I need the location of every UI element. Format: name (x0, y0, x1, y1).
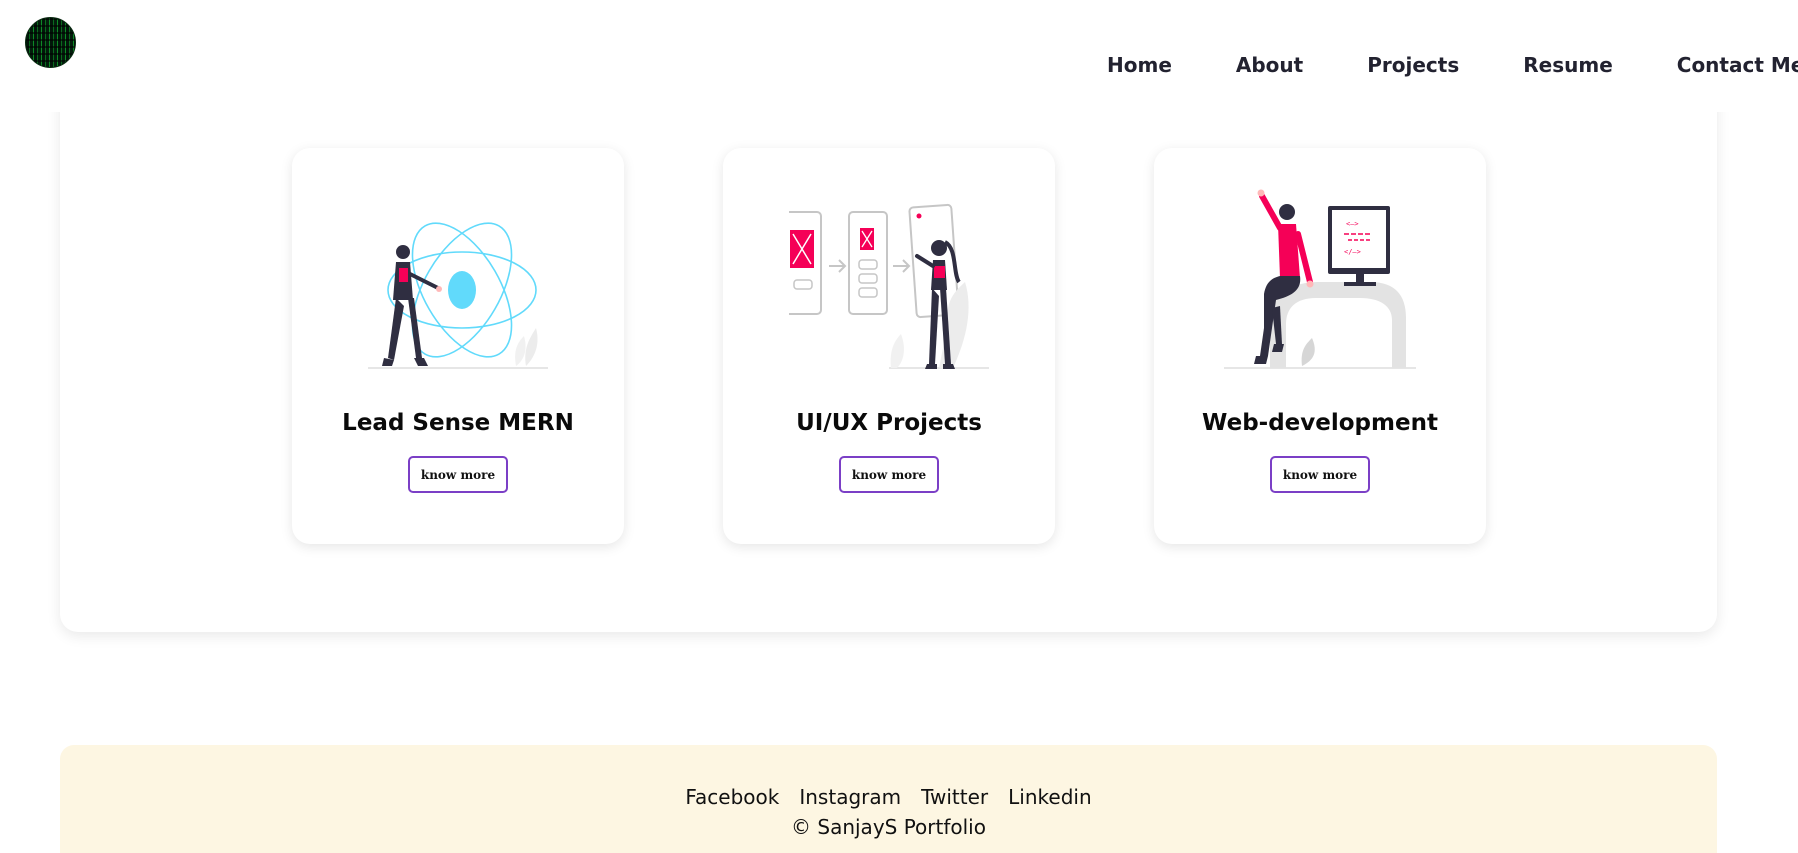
card-title: Web-development (1202, 410, 1438, 436)
twitter-link[interactable]: Twitter (921, 785, 988, 809)
navbar: Home About Projects Resume Contact Me (0, 0, 1798, 112)
know-more-button[interactable]: know more (408, 456, 508, 493)
know-more-button[interactable]: know more (1270, 456, 1370, 493)
copyright-text: © SanjayS Portfolio (791, 815, 986, 839)
nav-link-resume[interactable]: Resume (1523, 53, 1613, 77)
svg-text:</—>: </—> (1344, 248, 1361, 256)
nav-link-about[interactable]: About (1236, 53, 1303, 77)
project-card-uiux: UI/UX Projects know more (723, 148, 1055, 544)
react-atom-illustration (368, 222, 548, 369)
developer-monitor-illustration: <—> </—> (1224, 189, 1416, 369)
svg-text:<—>: <—> (1346, 220, 1359, 228)
projects-panel: Lead Sense MERN know more UI/UX Projects… (60, 40, 1717, 632)
card-title: Lead Sense MERN (342, 410, 574, 436)
wireframe-flow-illustration (789, 203, 989, 369)
facebook-link[interactable]: Facebook (685, 785, 779, 809)
nav-link-home[interactable]: Home (1107, 53, 1172, 77)
project-card-lead-sense: Lead Sense MERN know more (292, 148, 624, 544)
footer: Facebook Instagram Twitter Linkedin © Sa… (60, 745, 1717, 853)
know-more-button[interactable]: know more (839, 456, 939, 493)
nav-link-projects[interactable]: Projects (1367, 53, 1459, 77)
social-links: Facebook Instagram Twitter Linkedin (60, 785, 1717, 809)
logo-avatar[interactable] (25, 17, 76, 68)
nav-links: Home About Projects Resume Contact Me (1107, 53, 1798, 77)
project-card-web-development: <—> </—> Web-development know more (1154, 148, 1486, 544)
instagram-link[interactable]: Instagram (799, 785, 901, 809)
card-title: UI/UX Projects (796, 410, 982, 436)
linkedin-link[interactable]: Linkedin (1008, 785, 1091, 809)
nav-link-contact[interactable]: Contact Me (1677, 53, 1798, 77)
